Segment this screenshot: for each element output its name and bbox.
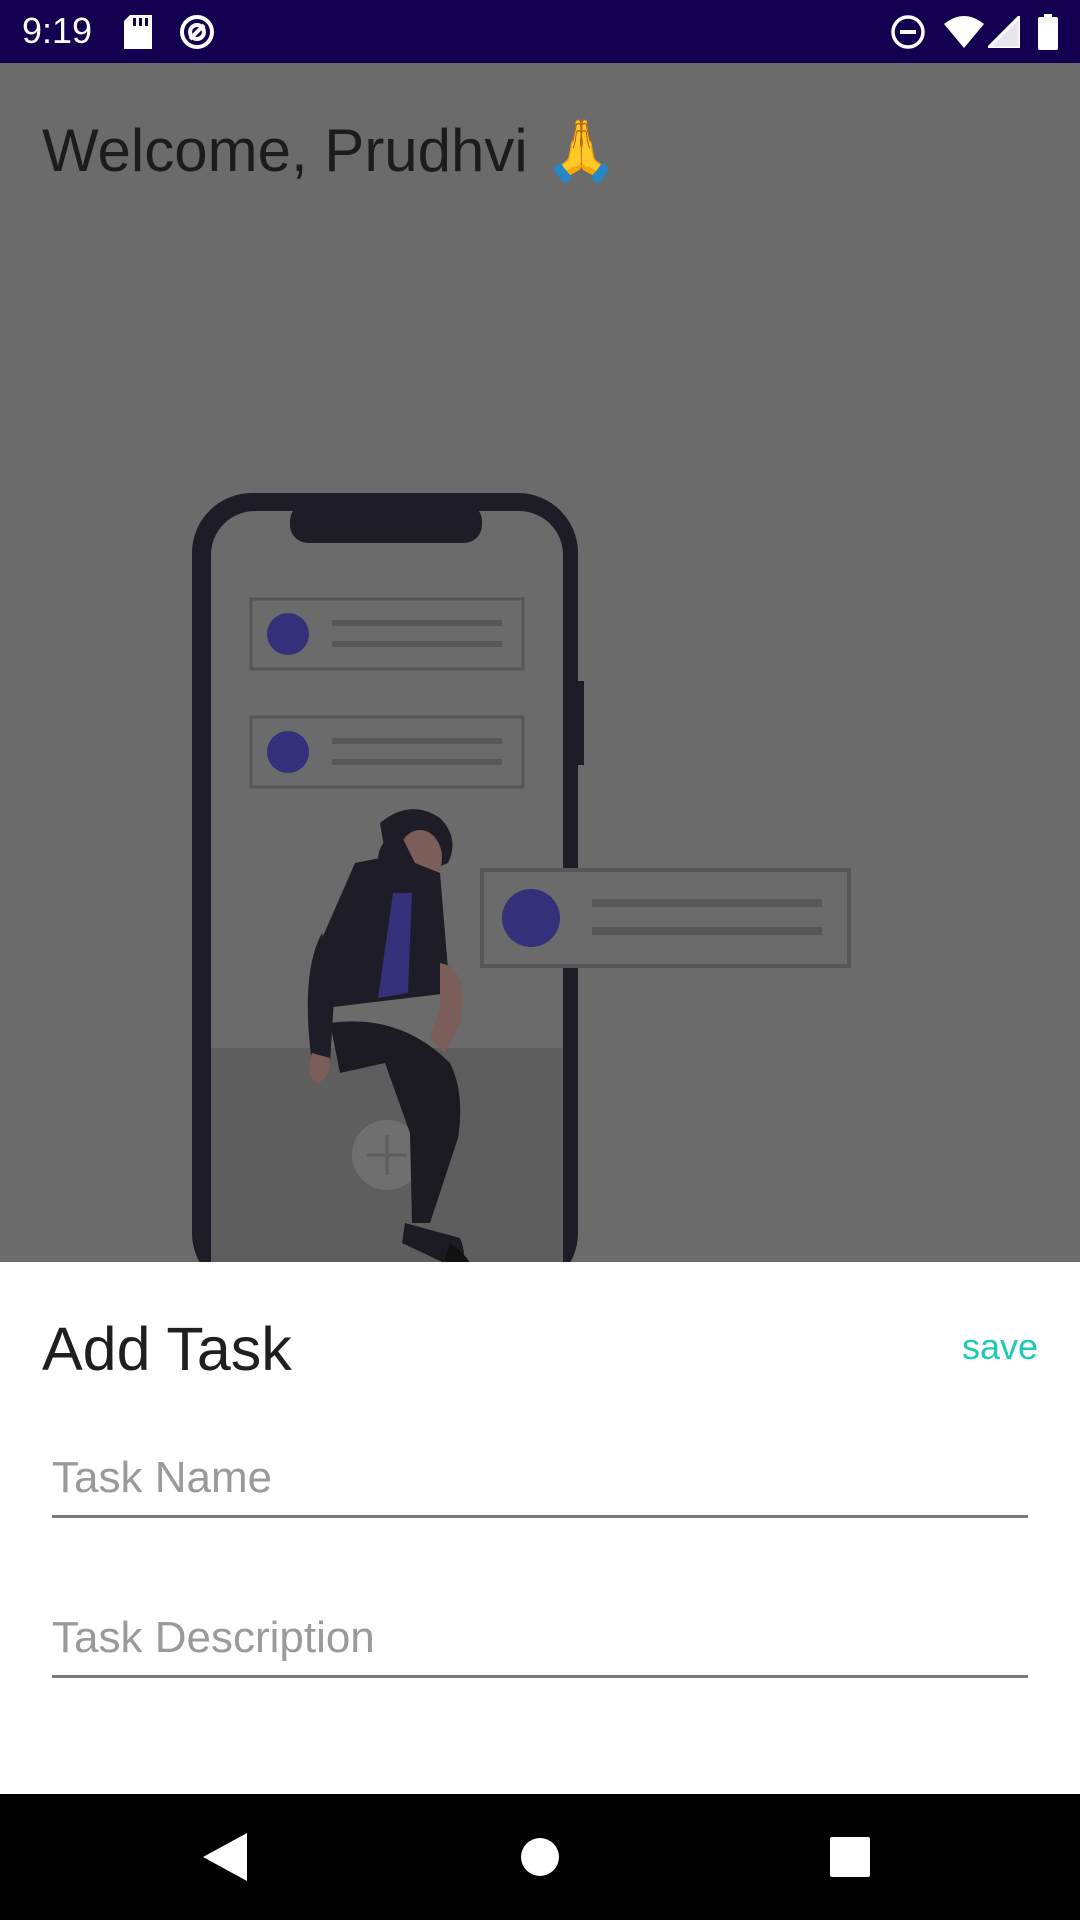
sd-card-icon	[124, 0, 152, 63]
battery-icon	[1038, 0, 1058, 63]
phone-notch	[290, 503, 482, 543]
home-screen: Welcome, Prudhvi 🙏	[0, 63, 1080, 1262]
cell-signal-icon	[988, 0, 1020, 63]
do-not-disturb-icon	[890, 0, 926, 63]
task-description-field	[52, 1602, 1028, 1678]
phone-side-button	[576, 681, 584, 765]
home-icon[interactable]	[505, 1794, 575, 1920]
phone-with-person-illustration	[192, 493, 851, 1262]
save-button[interactable]: save	[962, 1326, 1038, 1368]
task-description-input[interactable]	[52, 1602, 1028, 1674]
add-task-sheet: Add Task save	[0, 1262, 1080, 1794]
task-name-field	[52, 1442, 1028, 1518]
sync-icon	[178, 0, 216, 63]
task-name-input[interactable]	[52, 1442, 1028, 1514]
back-icon[interactable]	[190, 1794, 260, 1920]
recents-icon[interactable]	[815, 1794, 885, 1920]
sheet-title: Add Task	[42, 1315, 292, 1383]
navigation-bar	[0, 1794, 1080, 1920]
status-time: 9:19	[22, 10, 93, 51]
status-bar: 9:19	[0, 0, 1080, 63]
wifi-icon	[944, 0, 984, 63]
